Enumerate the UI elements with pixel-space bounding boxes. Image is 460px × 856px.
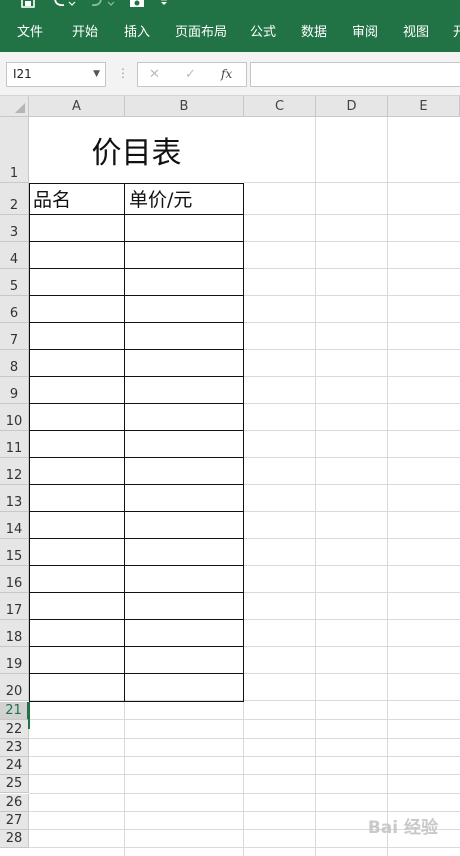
row-header-23[interactable]: 23 bbox=[0, 738, 29, 757]
table-row-border bbox=[29, 538, 244, 539]
row-header-7[interactable]: 7 bbox=[0, 323, 29, 350]
column-header-a[interactable]: A bbox=[29, 96, 125, 117]
row-header-19[interactable]: 19 bbox=[0, 647, 29, 674]
tab-data[interactable]: 数据 bbox=[301, 14, 327, 52]
row-header-25[interactable]: 25 bbox=[0, 775, 29, 794]
tab-view[interactable]: 视图 bbox=[403, 14, 429, 52]
table-row-border bbox=[29, 619, 244, 620]
table-row-border bbox=[29, 511, 244, 512]
table-row-border bbox=[29, 592, 244, 593]
row-header-13[interactable]: 13 bbox=[0, 485, 29, 512]
confirm-icon[interactable]: ✓ bbox=[185, 63, 196, 86]
row-header-17[interactable]: 17 bbox=[0, 593, 29, 620]
table-row-border bbox=[29, 403, 244, 404]
row-header-5[interactable]: 5 bbox=[0, 269, 29, 296]
row-header-6[interactable]: 6 bbox=[0, 296, 29, 323]
table-row-border bbox=[29, 349, 244, 350]
active-cell-indicator bbox=[28, 702, 30, 729]
table-row-border bbox=[29, 484, 244, 485]
row-header-24[interactable]: 24 bbox=[0, 756, 29, 776]
name-box[interactable]: I21 ▼ bbox=[6, 62, 106, 87]
row-header-22[interactable]: 22 bbox=[0, 720, 29, 739]
table-row-border bbox=[29, 457, 244, 458]
table-row-border bbox=[29, 241, 244, 242]
formula-input[interactable] bbox=[250, 62, 460, 87]
tab-insert[interactable]: 插入 bbox=[124, 14, 150, 52]
undo-icon[interactable] bbox=[50, 0, 78, 8]
table-row-border bbox=[29, 322, 244, 323]
row-header-16[interactable]: 16 bbox=[0, 566, 29, 593]
column-header-d[interactable]: D bbox=[316, 96, 388, 117]
ribbon-tabs: 文件 开始 插入 页面布局 公式 数据 审阅 视图 开 bbox=[0, 14, 460, 52]
tab-developer[interactable]: 开 bbox=[453, 14, 460, 52]
column-gridline bbox=[387, 117, 388, 856]
chevron-down-icon[interactable]: ▼ bbox=[93, 63, 100, 86]
table-row-border bbox=[29, 376, 244, 377]
row-header-9[interactable]: 9 bbox=[0, 377, 29, 404]
more-icon: ⋮ bbox=[117, 66, 129, 80]
column-header-c[interactable]: C bbox=[244, 96, 316, 117]
price-table-divider bbox=[124, 183, 125, 702]
row-header-14[interactable]: 14 bbox=[0, 512, 29, 539]
row-header-18[interactable]: 18 bbox=[0, 620, 29, 647]
row-header-20[interactable]: 20 bbox=[0, 674, 29, 701]
table-row-border bbox=[29, 430, 244, 431]
name-box-value: I21 bbox=[13, 67, 32, 81]
redo-icon[interactable] bbox=[88, 0, 118, 8]
price-table-border bbox=[29, 183, 244, 702]
row-header-10[interactable]: 10 bbox=[0, 404, 29, 431]
row-gridline bbox=[29, 774, 460, 776]
row-gridline bbox=[29, 737, 460, 739]
formula-buttons: ✕ ✓ fx bbox=[137, 62, 247, 87]
row-header-28[interactable]: 28 bbox=[0, 830, 29, 849]
row-gridline bbox=[29, 719, 460, 721]
customize-icon[interactable] bbox=[158, 0, 170, 8]
row-header-1[interactable]: 1 bbox=[0, 117, 29, 183]
column-header-b[interactable]: B bbox=[125, 96, 244, 117]
table-row-border bbox=[29, 673, 244, 674]
cancel-icon[interactable]: ✕ bbox=[149, 63, 160, 86]
row-header-12[interactable]: 12 bbox=[0, 458, 29, 485]
table-row-border bbox=[29, 268, 244, 269]
tab-page-layout[interactable]: 页面布局 bbox=[175, 14, 227, 52]
row-header-15[interactable]: 15 bbox=[0, 539, 29, 566]
row-header-3[interactable]: 3 bbox=[0, 215, 29, 242]
row-gridline bbox=[29, 810, 460, 812]
header-unit-price[interactable]: 单价/元 bbox=[125, 184, 243, 216]
row-gridline bbox=[29, 847, 460, 849]
table-title-cell[interactable]: 价目表 bbox=[29, 117, 244, 183]
tab-review[interactable]: 审阅 bbox=[352, 14, 378, 52]
save-icon[interactable] bbox=[18, 0, 38, 8]
table-row-border bbox=[29, 646, 244, 647]
column-gridline bbox=[315, 117, 316, 856]
column-header-e[interactable]: E bbox=[388, 96, 460, 117]
formula-bar: I21 ▼ ⋮ ✕ ✓ fx bbox=[0, 52, 460, 96]
tab-home[interactable]: 开始 bbox=[72, 14, 98, 52]
title-bar bbox=[0, 0, 460, 14]
row-header-11[interactable]: 11 bbox=[0, 431, 29, 458]
row-gridline bbox=[29, 792, 460, 794]
watermark: Bai 经验 bbox=[367, 818, 438, 838]
row-header-2[interactable]: 2 bbox=[0, 183, 29, 215]
row-header-21[interactable]: 21 bbox=[0, 702, 29, 721]
tab-formulas[interactable]: 公式 bbox=[250, 14, 276, 52]
worksheet-grid[interactable]: A B C D E 1 2 3 4 5 6 7 8 9 10 11 12 13 14 15 16 17 18 19 2… bbox=[0, 96, 460, 856]
row-header-8[interactable]: 8 bbox=[0, 350, 29, 377]
table-row-border bbox=[29, 295, 244, 296]
select-all-button[interactable] bbox=[0, 96, 29, 117]
header-product-name[interactable]: 品名 bbox=[29, 184, 124, 216]
row-gridline bbox=[29, 755, 460, 757]
row-header-27[interactable]: 27 bbox=[0, 811, 29, 831]
insert-function-icon[interactable]: fx bbox=[221, 63, 232, 86]
tab-file[interactable]: 文件 bbox=[17, 14, 43, 52]
camera-icon[interactable] bbox=[128, 0, 146, 8]
row-header-4[interactable]: 4 bbox=[0, 242, 29, 269]
table-row-border bbox=[29, 565, 244, 566]
row-header-26[interactable]: 26 bbox=[0, 793, 29, 812]
